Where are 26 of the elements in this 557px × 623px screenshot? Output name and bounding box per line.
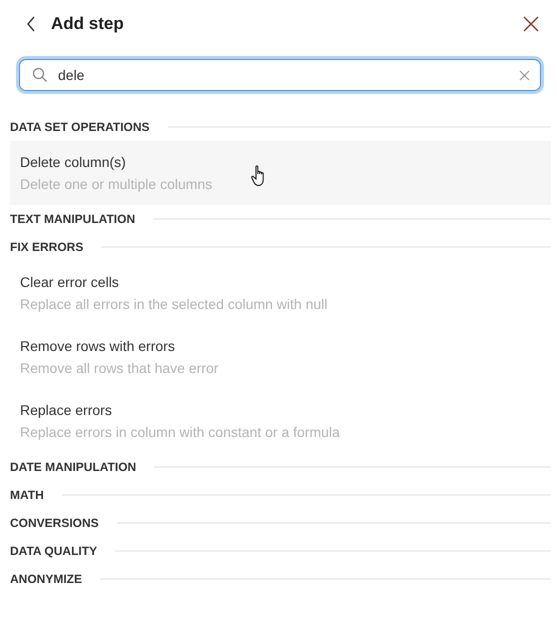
search-field[interactable]: dele: [19, 59, 541, 91]
step-item[interactable]: Delete column(s) Delete one or multiple columns: [10, 141, 551, 205]
section-heading: DATA QUALITY: [10, 544, 98, 558]
step-description: Delete one or multiple columns: [20, 176, 214, 192]
section-heading: CONVERSIONS: [10, 516, 99, 530]
step-name: Remove rows with errors: [20, 338, 176, 354]
section-heading: DATA SET OPERATIONS: [10, 120, 150, 134]
search-icon: [32, 67, 48, 83]
step-item[interactable]: Remove rows with errors Remove all rows that have error: [10, 325, 551, 389]
step-item[interactable]: Clear error cells Replace all errors in the selected column with null: [10, 261, 551, 325]
section-heading: ANONYMIZE: [10, 572, 82, 586]
section-heading: TEXT MANIPULATION: [10, 212, 136, 226]
clear-icon[interactable]: [519, 70, 530, 80]
step-name: Clear error cells: [20, 274, 120, 290]
step-description: Remove all rows that have error: [20, 360, 220, 376]
step-name: Delete column(s): [20, 154, 127, 170]
step-item[interactable]: Replace errors Replace errors in column with constant or a formula: [10, 389, 551, 453]
section-heading: MATH: [10, 488, 44, 502]
section-heading: FIX ERRORS: [10, 240, 84, 254]
back-icon[interactable]: [26, 16, 36, 32]
step-description: Replace errors in column with constant or a formula: [20, 424, 341, 440]
panel-title: Add step: [51, 14, 125, 34]
step-name: Replace errors: [20, 402, 113, 418]
close-icon[interactable]: [523, 16, 539, 32]
step-description: Replace all errors in the selected column with null: [20, 296, 328, 312]
section-heading: DATE MANIPULATION: [10, 460, 136, 474]
